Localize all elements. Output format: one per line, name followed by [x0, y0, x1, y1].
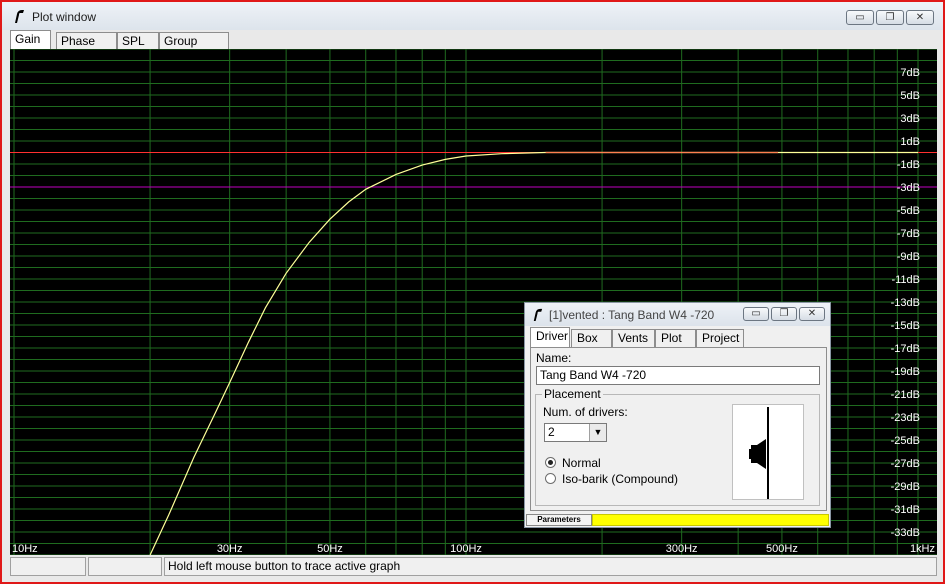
placement-group: Placement Num. of drivers: 2 ▼ Normal Is…	[535, 387, 820, 506]
radio-selected-dot	[548, 460, 553, 465]
tab-gain[interactable]: Gain	[10, 30, 51, 50]
speaker-icon	[749, 407, 769, 499]
driver-placement-preview	[732, 404, 804, 500]
y-tick-label: -11dB	[891, 274, 920, 286]
y-tick-label: -3dB	[897, 182, 920, 194]
y-tick-label: -5dB	[897, 205, 920, 217]
dialog-title: [1]vented : Tang Band W4 -720	[549, 308, 715, 322]
y-tick-label: -23dB	[891, 412, 920, 424]
y-tick-label: 7dB	[900, 67, 920, 79]
x-tick-label: 500Hz	[766, 543, 798, 555]
name-label: Name:	[536, 351, 572, 365]
tab-driver[interactable]: Driver	[530, 327, 570, 348]
x-tick-label: 300Hz	[666, 543, 698, 555]
radio-iso-barik-label[interactable]: Iso-barik (Compound)	[562, 472, 678, 486]
tab-group-delay[interactable]: Group delay	[159, 32, 229, 65]
driver-dialog: [1]vented : Tang Band W4 -720 ▭ ❐ ✕ Driv…	[524, 302, 831, 528]
tab-spl[interactable]: SPL	[117, 32, 159, 50]
num-drivers-label: Num. of drivers:	[543, 405, 628, 419]
y-tick-label: -1dB	[897, 159, 920, 171]
minimize-button[interactable]: ▭	[846, 10, 874, 25]
num-drivers-value: 2	[548, 425, 555, 439]
driver-name-input[interactable]: Tang Band W4 -720	[536, 366, 820, 385]
status-indicator-bar	[592, 514, 829, 526]
window-title: Plot window	[32, 10, 97, 24]
app-icon	[15, 10, 24, 23]
y-tick-label: -21dB	[891, 389, 920, 401]
status-message: Hold left mouse button to trace active g…	[164, 557, 937, 576]
status-cell-1	[10, 557, 86, 576]
chevron-down-icon[interactable]: ▼	[589, 424, 606, 441]
radio-normal[interactable]	[545, 457, 556, 468]
y-tick-label: -31dB	[891, 504, 920, 516]
y-tick-label: 5dB	[900, 90, 920, 102]
tab-phase-plot[interactable]: Phase plot	[56, 32, 117, 65]
title-bar[interactable]: Plot window ▭ ❐ ✕	[2, 2, 943, 30]
tab-plot[interactable]: Plot	[655, 329, 696, 347]
dialog-status-bar: Parameters	[526, 514, 829, 526]
x-tick-label: 1kHz	[910, 543, 935, 555]
dialog-restore-button[interactable]: ❐	[771, 307, 797, 321]
y-tick-label: -29dB	[891, 481, 920, 493]
plot-window: Plot window ▭ ❐ ✕ Gain Phase plot SPL Gr…	[0, 0, 945, 584]
y-tick-label: -17dB	[891, 343, 920, 355]
x-tick-label: 100Hz	[450, 543, 482, 555]
radio-normal-label[interactable]: Normal	[562, 456, 601, 470]
tab-box[interactable]: Box	[571, 329, 612, 347]
y-tick-label: -33dB	[891, 527, 920, 539]
placement-legend: Placement	[542, 387, 603, 401]
driver-panel: Name: Tang Band W4 -720 Placement Num. o…	[530, 347, 827, 511]
y-tick-label: -27dB	[891, 458, 920, 470]
tab-project[interactable]: Project	[696, 329, 744, 347]
status-cell-2	[88, 557, 162, 576]
dialog-app-icon	[533, 308, 543, 321]
dialog-title-bar[interactable]: [1]vented : Tang Band W4 -720 ▭ ❐ ✕	[525, 303, 830, 326]
y-tick-label: -13dB	[891, 297, 920, 309]
x-tick-label: 30Hz	[217, 543, 243, 555]
status-bar: Hold left mouse button to trace active g…	[10, 557, 937, 576]
radio-iso-barik[interactable]	[545, 473, 556, 484]
dialog-close-button[interactable]: ✕	[799, 307, 825, 321]
y-tick-label: -9dB	[897, 251, 920, 263]
tab-vents[interactable]: Vents	[612, 329, 655, 347]
dialog-minimize-button[interactable]: ▭	[743, 307, 769, 321]
parameters-status: Parameters	[526, 514, 592, 526]
restore-button[interactable]: ❐	[876, 10, 904, 25]
y-tick-label: -7dB	[897, 228, 920, 240]
x-tick-label: 10Hz	[12, 543, 38, 555]
y-tick-label: -25dB	[891, 435, 920, 447]
y-tick-label: -15dB	[891, 320, 920, 332]
y-tick-label: 3dB	[900, 113, 920, 125]
y-tick-label: 1dB	[900, 136, 920, 148]
num-drivers-select[interactable]: 2 ▼	[544, 423, 607, 442]
x-tick-label: 50Hz	[317, 543, 343, 555]
y-tick-label: -19dB	[891, 366, 920, 378]
close-button[interactable]: ✕	[906, 10, 934, 25]
